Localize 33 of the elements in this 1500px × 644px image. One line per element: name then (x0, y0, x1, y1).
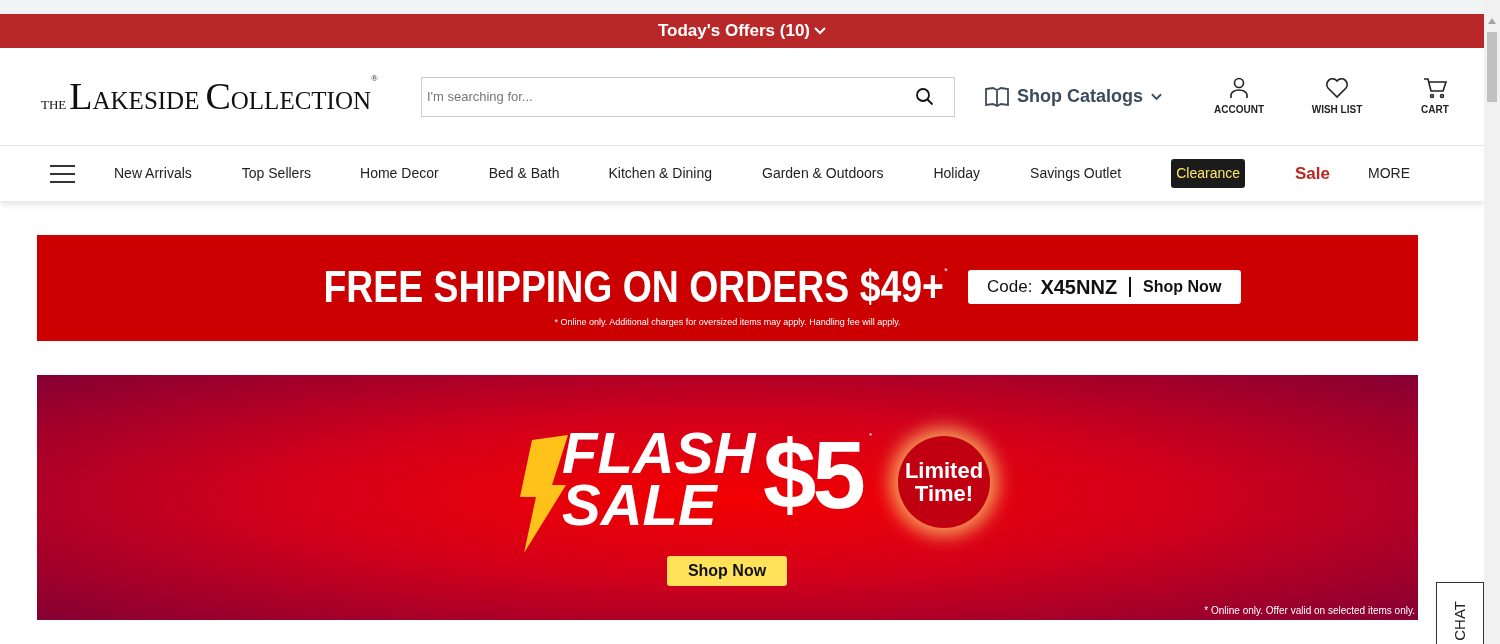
footnote-mark: * (944, 265, 948, 276)
logo[interactable]: THE LAKESIDE COLLECTION ® (41, 69, 380, 124)
shop-now-link[interactable]: Shop Now (1143, 275, 1222, 299)
sale-link[interactable]: Sale (1295, 160, 1330, 187)
nav-link[interactable]: New Arrivals (114, 163, 192, 184)
nav-link[interactable]: Holiday (933, 163, 981, 184)
cart-button[interactable]: CART (1386, 76, 1484, 117)
more-link[interactable]: MORE (1368, 163, 1410, 184)
promo-code: X45NNZ (1040, 275, 1118, 300)
account-button[interactable]: ACCOUNT (1190, 76, 1288, 117)
disclaimer-text: * Online only. Offer valid on selected items only. (1204, 604, 1415, 618)
wishlist-button[interactable]: WISH LIST (1288, 76, 1386, 117)
sale-text: SALE (562, 479, 718, 532)
nav-link[interactable]: Garden & Outdoors (762, 163, 884, 184)
price-text: $5 (763, 427, 862, 523)
shop-catalogs-button[interactable]: Shop Catalogs (985, 83, 1162, 110)
badge-text: Time! (914, 482, 974, 506)
disclaimer-text: * Online only. Additional charges for oversized items may apply. Handling fee will apply. (554, 316, 901, 329)
clearance-button[interactable]: Clearance (1171, 159, 1245, 188)
shop-now-button[interactable]: Shop Now (667, 556, 787, 586)
code-label: Code: (987, 276, 1033, 299)
flash-text: FLASH (562, 427, 756, 480)
nav-link[interactable]: Kitchen & Dining (608, 163, 712, 184)
badge-text: Limited (904, 458, 984, 482)
offers-button[interactable]: Today's Offers (10) (657, 18, 826, 44)
footnote-mark: * (869, 430, 873, 442)
search-field[interactable]: I'm searching for... (420, 76, 955, 117)
nav-link[interactable]: Home Decor (360, 163, 439, 184)
nav-link[interactable]: Savings Outlet (1030, 163, 1122, 184)
nav-link[interactable]: Bed & Bath (488, 163, 560, 184)
nav-link[interactable]: Top Sellers (241, 163, 312, 184)
banner-headline: FREE SHIPPING ON ORDERS $49+ (323, 265, 945, 309)
chat-tab[interactable]: CHAT (1436, 582, 1484, 644)
